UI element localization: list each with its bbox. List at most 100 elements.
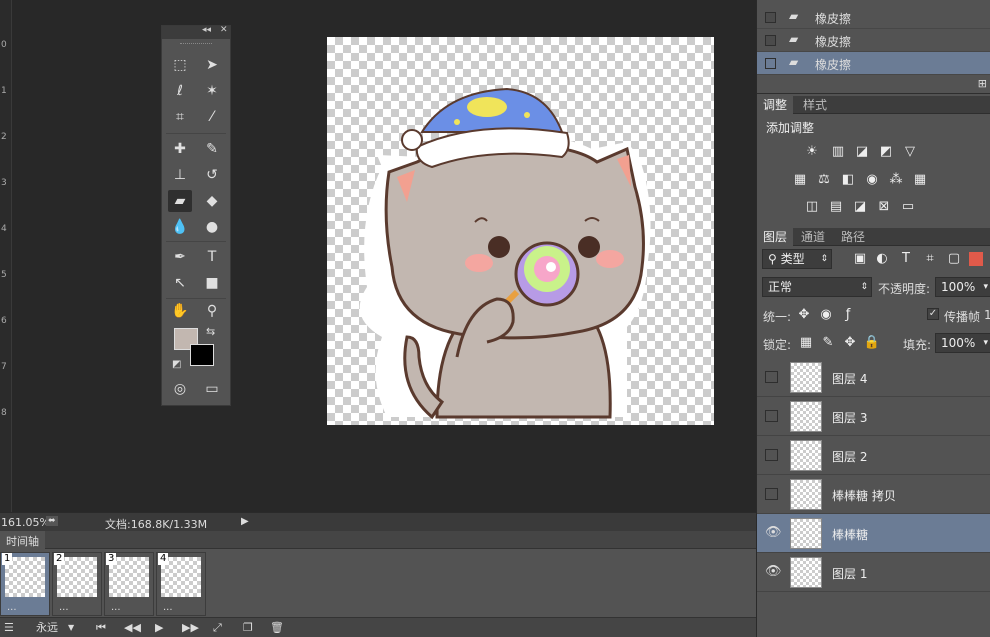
fill-input[interactable]: 100% ▾ [935,333,990,353]
selective-color-icon[interactable]: ⊠ [875,199,893,215]
layer-name[interactable]: 图层 4 [832,370,867,387]
filter-pixel-icon[interactable]: ▣ [851,251,869,267]
exposure-icon[interactable]: ◩ [877,144,895,160]
visibility-toggle[interactable] [765,410,778,422]
type-tool-icon[interactable]: T [200,246,224,268]
lock-transparency-icon[interactable]: ▦ [797,335,815,351]
move-tool-icon[interactable]: ➤ [200,54,224,76]
loop-select[interactable]: 永远 [36,620,58,636]
dodge-tool-icon[interactable]: ● [200,216,224,238]
history-item[interactable]: ▰ 橡皮擦 [757,29,990,52]
gradient-map-icon[interactable]: ▭ [899,199,917,215]
eraser-tool-icon[interactable]: ▰ [168,190,192,212]
tab-adjustments[interactable]: 调整 [757,96,794,114]
duplicate-frame-icon[interactable]: ❐ [243,620,253,636]
posterize-icon[interactable]: ▤ [827,199,845,215]
next-frame-icon[interactable]: ▶▶ [182,620,199,636]
history-brush-icon[interactable]: ↺ [200,164,224,186]
layer-row[interactable]: 图层 3 [757,397,990,436]
layer-row[interactable]: 棒棒糖 拷贝 [757,475,990,514]
first-frame-icon[interactable]: ⏮ [96,620,106,636]
swap-colors-icon[interactable]: ⇆ [206,325,215,338]
frame-delay[interactable]: ... [7,602,17,613]
brush-tool-icon[interactable]: ✎ [200,138,224,160]
tab-channels[interactable]: 通道 [795,228,831,246]
healing-brush-icon[interactable]: ✚ [168,138,192,160]
layer-name[interactable]: 棒棒糖 [832,526,868,543]
unify-position-icon[interactable]: ✥ [795,307,813,323]
photo-filter-icon[interactable]: ◉ [863,172,881,188]
document-canvas[interactable] [327,37,714,425]
bw-icon[interactable]: ◧ [839,172,857,188]
loop-dropdown-icon[interactable]: ▼ [68,620,74,636]
magic-wand-icon[interactable]: ✶ [200,80,224,102]
zoom-tool-icon[interactable]: ⚲ [200,300,224,322]
tools-panel-header[interactable]: ◂◂ ✕ [162,25,230,39]
filter-type-icon[interactable]: T [897,251,915,267]
layer-filter-select[interactable]: ⚲ 类型 ⇕ [762,249,832,269]
unify-style-icon[interactable]: ƒ [839,307,857,323]
invert-icon[interactable]: ◫ [803,199,821,215]
hand-tool-icon[interactable]: ✋ [168,300,192,322]
eye-icon[interactable]: 👁 [765,526,782,539]
color-balance-icon[interactable]: ⚖ [815,172,833,188]
chevron-down-icon[interactable]: ▾ [983,334,988,352]
frame-1[interactable]: 1 ... [0,552,50,616]
filter-smart-icon[interactable]: ▢ [945,251,963,267]
brightness-icon[interactable]: ☀ [803,144,821,160]
frame-delay[interactable]: ... [111,602,121,613]
eye-icon[interactable]: 👁 [765,565,782,578]
drag-handle[interactable] [180,43,212,50]
layer-name[interactable]: 图层 1 [832,565,867,582]
lock-all-icon[interactable]: 🔒 [863,335,881,351]
prev-frame-icon[interactable]: ◀◀ [124,620,141,636]
opacity-input[interactable]: 100% ▾ [935,277,990,297]
levels-icon[interactable]: ▥ [829,144,847,160]
play-icon[interactable]: ▶ [155,620,163,636]
frame-2[interactable]: 2 ... [52,552,102,616]
tab-styles[interactable]: 样式 [797,96,833,114]
tab-timeline[interactable]: 时间轴 [0,531,45,549]
history-item[interactable]: ▰ 橡皮擦 [757,6,990,29]
blur-tool-icon[interactable]: 💧 [168,216,192,238]
filter-toggle-icon[interactable] [969,252,983,266]
history-checkbox[interactable] [765,12,776,23]
layer-row[interactable]: 图层 2 [757,436,990,475]
vibrance-icon[interactable]: ▽ [901,144,919,160]
curves-icon[interactable]: ◪ [853,144,871,160]
lasso-tool-icon[interactable]: ℓ [168,80,192,102]
shape-tool-icon[interactable]: ■ [200,272,224,294]
layer-name[interactable]: 图层 3 [832,409,867,426]
threshold-icon[interactable]: ◪ [851,199,869,215]
tab-layers[interactable]: 图层 [757,228,794,246]
history-item-current[interactable]: ▰ 橡皮擦 [757,52,990,75]
background-color-swatch[interactable] [190,344,214,366]
convert-icon[interactable]: ☰ [4,620,14,636]
crop-tool-icon[interactable]: ⌗ [168,106,192,128]
filter-adjust-icon[interactable]: ◐ [873,251,891,267]
history-checkbox[interactable] [765,35,776,46]
channel-mixer-icon[interactable]: ⁂ [887,172,905,188]
tab-paths[interactable]: 路径 [835,228,871,246]
frame-3[interactable]: 3 ... [104,552,154,616]
delete-frame-icon[interactable]: 🗑 [270,620,284,636]
tween-icon[interactable]: ⤢ [213,620,222,636]
close-icon[interactable]: ✕ [220,25,228,35]
status-menu-arrow-icon[interactable]: ▶ [241,516,249,527]
lock-position-icon[interactable]: ✥ [841,335,859,351]
visibility-toggle[interactable] [765,449,778,461]
lock-pixels-icon[interactable]: ✎ [819,335,837,351]
collapse-icon[interactable]: ◂◂ [202,25,211,35]
layer-name[interactable]: 图层 2 [832,448,867,465]
hue-sat-icon[interactable]: ▦ [791,172,809,188]
frame-delay[interactable]: ... [163,602,173,613]
new-snapshot-icon[interactable]: ⊞ [978,77,987,90]
layer-row[interactable]: 👁 图层 1 [757,553,990,592]
eyedropper-icon[interactable]: ⁄ [200,106,224,128]
propagate-checkbox[interactable]: ✓ [927,308,939,320]
pen-tool-icon[interactable]: ✒ [168,246,192,268]
visibility-toggle[interactable] [765,488,778,500]
layer-row-selected[interactable]: 👁 棒棒糖 [757,514,990,553]
blend-mode-select[interactable]: 正常 ⇕ [762,277,872,297]
layer-name[interactable]: 棒棒糖 拷贝 [832,487,896,504]
